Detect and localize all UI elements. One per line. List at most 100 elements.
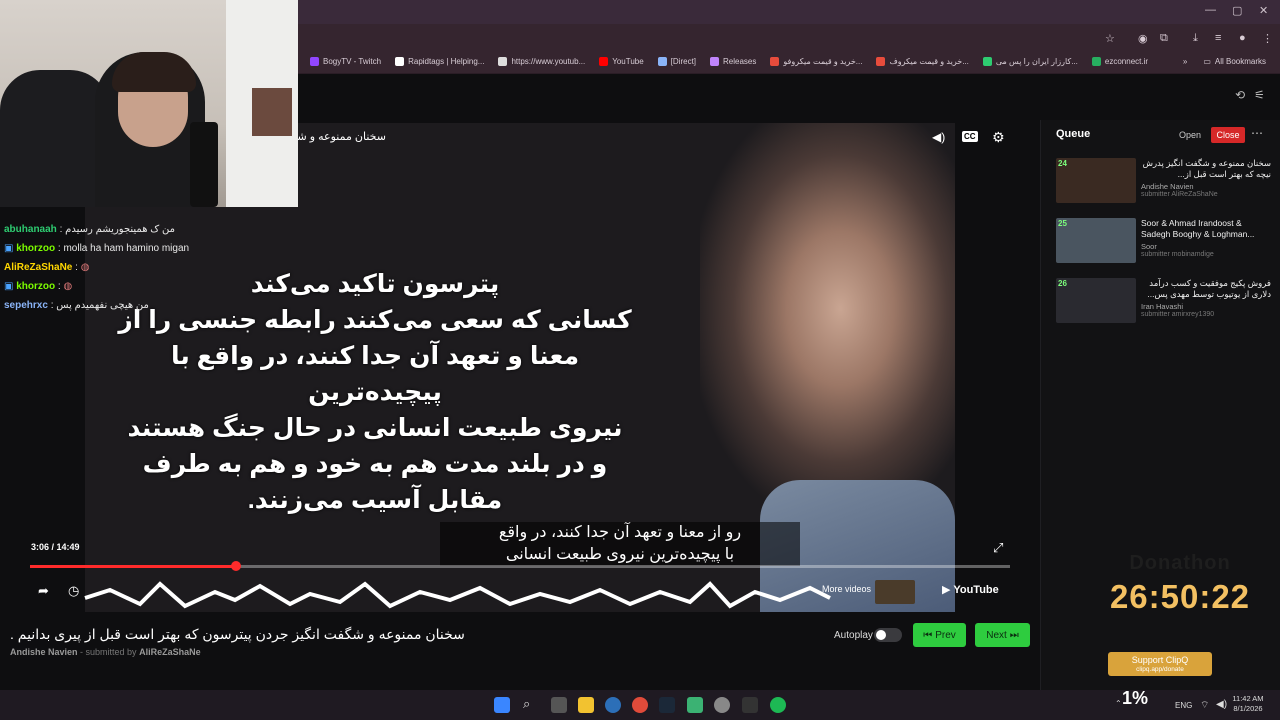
quote-line: معنا و تعهد آن جدا کنند، در واقع با پیچی… xyxy=(170,342,580,406)
tray-overflow-icon[interactable]: ⌃ xyxy=(1115,699,1122,708)
obs-icon[interactable] xyxy=(714,697,730,713)
chrome-icon[interactable] xyxy=(632,697,648,713)
network-icon[interactable]: ⌔ xyxy=(1200,699,1209,712)
bookmark-item[interactable]: کارزار ایران را پس می... xyxy=(982,57,1078,66)
bookmark-item[interactable]: Rapidtags | Helping... xyxy=(395,57,484,66)
volume-icon[interactable]: ◀) xyxy=(932,130,945,144)
subtitle-line: رو از معنا و تعهد آن جدا کنند، در واقع xyxy=(498,524,742,541)
next-button[interactable]: Next ⏭ xyxy=(975,623,1030,647)
share-icon[interactable]: ➦ xyxy=(38,583,49,599)
file-explorer-icon[interactable] xyxy=(578,697,594,713)
autoplay-label: Autoplay xyxy=(834,630,873,641)
donathon-timer: 26:50:22 xyxy=(1109,578,1251,615)
streamer-webcam xyxy=(0,0,298,207)
more-videos-thumbnail[interactable] xyxy=(875,580,915,604)
chat-separator: : xyxy=(56,224,66,235)
bookmarks-overflow-icon[interactable]: » xyxy=(1183,57,1187,66)
bookmark-favicon-icon xyxy=(710,57,720,66)
captions-button[interactable]: CC xyxy=(962,131,978,142)
submitter-name[interactable]: AliReZaShaNe xyxy=(139,647,201,657)
close-window-icon[interactable]: ✕ xyxy=(1259,4,1268,17)
extension-badge-icon[interactable]: ◉ xyxy=(1138,32,1148,45)
steam-icon[interactable] xyxy=(659,697,675,713)
bookmark-favicon-icon xyxy=(1091,57,1101,66)
queue-item-text: سخنان ممنوعه و شگفت انگیز پدرش نیچه که ب… xyxy=(1141,158,1271,198)
bookmark-item[interactable]: [Direct] xyxy=(657,57,696,66)
clock-date: 8/1/2026 xyxy=(1233,704,1263,713)
queue-open-button[interactable]: Open xyxy=(1175,127,1205,143)
bookmark-label: BogyTV - Twitch xyxy=(323,57,382,66)
app2-icon[interactable] xyxy=(742,697,758,713)
queue-item[interactable]: 24 سخنان ممنوعه و شگفت انگیز پدرش نیچه که… xyxy=(1056,158,1276,208)
bookmark-label: خرید و قیمت میکروف... xyxy=(889,57,969,66)
media-controls-icon[interactable]: ≡ xyxy=(1215,32,1221,44)
prev-button[interactable]: ⏮ Prev xyxy=(913,623,966,647)
queue-thumbnail xyxy=(1056,218,1136,263)
chat-text: من ک همینجوریشم رسیدم xyxy=(65,224,175,235)
queue-item-text: فروش پکیج موفقیت و کسب درآمد دلاری از یو… xyxy=(1141,278,1271,318)
bookmark-list: BogyTV - Twitch Rapidtags | Helping... htt… xyxy=(310,57,1162,66)
spotify-icon[interactable] xyxy=(770,697,786,713)
chat-username[interactable]: khorzoo xyxy=(16,281,55,292)
menu-kebab-icon[interactable]: ⋮ xyxy=(1262,32,1273,45)
bookmark-item[interactable]: Releases xyxy=(710,57,756,66)
queue-close-button[interactable]: Close xyxy=(1211,127,1245,143)
fullscreen-icon[interactable]: ⤢ xyxy=(993,540,1003,556)
settings-sliders-icon[interactable]: ⚟ xyxy=(1254,88,1265,102)
star-icon[interactable]: ☆ xyxy=(1105,32,1115,45)
vscode-icon[interactable] xyxy=(605,697,621,713)
chat-username[interactable]: abuhanaah xyxy=(4,224,57,235)
app-icon[interactable] xyxy=(687,697,703,713)
bookmark-item[interactable]: YouTube xyxy=(599,57,644,66)
bookmark-item[interactable]: خرید و قیمت میکروف... xyxy=(876,57,969,66)
chat-username[interactable]: khorzoo xyxy=(16,243,55,254)
bookmark-item[interactable]: https://www.youtub... xyxy=(498,57,585,66)
chat-message: AliReZaShaNe : ◍ xyxy=(4,258,294,277)
bookmark-item[interactable]: BogyTV - Twitch xyxy=(310,57,381,66)
volume-tray-icon[interactable]: ◀) xyxy=(1216,699,1227,710)
queue-thumbnail xyxy=(1056,158,1136,203)
gear-icon[interactable]: ⚙ xyxy=(992,129,1005,146)
poster-shape xyxy=(252,88,292,136)
progress-knob[interactable] xyxy=(230,561,241,571)
chat-text: من هیچی نفهمیدم پس xyxy=(56,300,149,311)
chat-emote-icon: ◍ xyxy=(63,281,73,292)
watch-later-icon[interactable]: ◷ xyxy=(68,583,79,599)
submitted-by-label: submitted by xyxy=(85,647,137,657)
queue-item[interactable]: 25 Soor & Ahmad Irandoost & Sadegh Booghy… xyxy=(1056,218,1276,268)
all-bookmarks-button[interactable]: ▭ All Bookmarks xyxy=(1203,57,1266,66)
bookmark-item[interactable]: خرید و قیمت میکروفو... xyxy=(770,57,862,66)
battery-percent: 1% xyxy=(1122,688,1149,708)
queue-item[interactable]: 26 فروش پکیج موفقیت و کسب درآمد دلاری از … xyxy=(1056,278,1276,328)
quote-line: مقابل آسیب می‌زنند. xyxy=(247,486,503,514)
clipq-support-badge[interactable]: Support ClipQ clipq.app/donate xyxy=(1108,652,1212,676)
maximize-icon[interactable]: ▢ xyxy=(1232,4,1242,17)
queue-more-icon[interactable]: ⋯ xyxy=(1251,126,1263,140)
extensions-icon[interactable]: ⧉ xyxy=(1160,32,1168,45)
history-icon[interactable]: ⟲ xyxy=(1235,88,1245,102)
task-view-icon[interactable] xyxy=(551,697,567,713)
chat-username[interactable]: AliReZaShaNe xyxy=(4,262,72,273)
minimize-icon[interactable]: — xyxy=(1205,4,1216,16)
clock-time: 11:42 AM xyxy=(1232,694,1264,703)
chat-username[interactable]: sepehrxc xyxy=(4,300,48,311)
start-icon[interactable] xyxy=(494,697,510,713)
language-indicator[interactable]: ENG xyxy=(1175,701,1192,710)
bookmark-label: خرید و قیمت میکروفو... xyxy=(783,57,863,66)
channel-name[interactable]: Andishe Navien xyxy=(10,647,78,657)
queue-item-author: Iran Havashi xyxy=(1141,302,1184,311)
more-videos-label[interactable]: More videos xyxy=(822,584,871,594)
bookmark-favicon-icon xyxy=(395,57,405,66)
autoplay-toggle-knob[interactable] xyxy=(876,630,886,640)
clipq-label: Support ClipQ xyxy=(1131,655,1189,665)
profile-avatar-icon[interactable]: ● xyxy=(1239,32,1246,44)
bookmark-item[interactable]: ezconnect.ir xyxy=(1091,57,1148,66)
bookmark-label: Releases xyxy=(723,57,757,66)
youtube-logo[interactable]: ▶ YouTube xyxy=(942,583,999,596)
download-icon[interactable]: ⤓ xyxy=(1193,32,1198,45)
clock[interactable]: 11:42 AM 8/1/2026 xyxy=(1228,694,1268,714)
search-icon[interactable]: ⌕ xyxy=(523,696,530,712)
bookmark-favicon-icon xyxy=(770,57,780,66)
prev-button-label: Prev xyxy=(935,629,956,641)
chat-overlay: abuhanaah : من ک همینجوریشم رسیدم ▣ khorz… xyxy=(4,220,294,315)
